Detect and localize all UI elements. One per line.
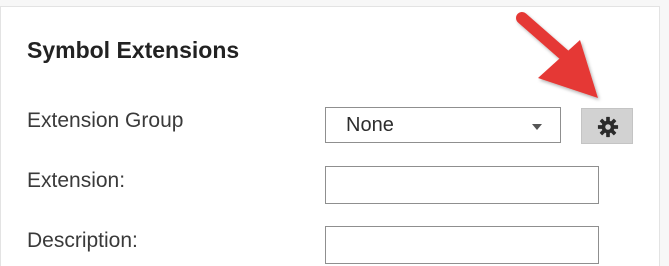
symbol-extensions-panel: Symbol Extensions Extension Group None E… (0, 6, 660, 266)
extension-group-selected-value: None (346, 114, 394, 136)
page: Symbol Extensions Extension Group None E… (0, 0, 669, 266)
description-input[interactable] (325, 226, 599, 264)
section-title: Symbol Extensions (27, 37, 240, 63)
extension-group-label: Extension Group (27, 109, 184, 132)
extension-group-select[interactable]: None (325, 107, 561, 143)
chevron-down-icon (532, 124, 542, 130)
extension-group-settings-button[interactable] (581, 108, 633, 144)
description-label: Description: (27, 229, 138, 252)
gear-icon (597, 116, 619, 138)
extension-label: Extension: (27, 169, 126, 192)
extension-input[interactable] (325, 166, 599, 204)
